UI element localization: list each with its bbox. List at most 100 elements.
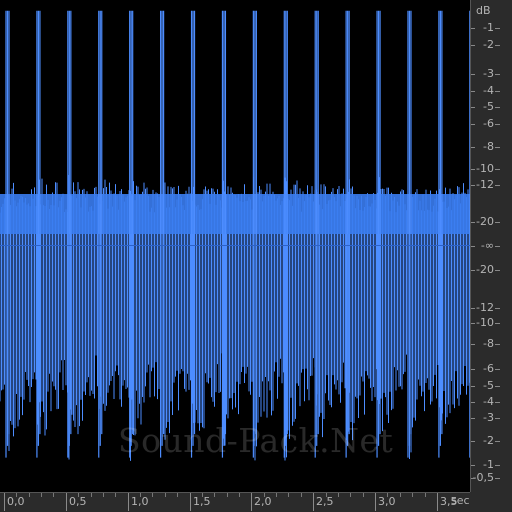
db-scale-label: -1: [483, 458, 494, 471]
db-scale-label: -8: [483, 337, 494, 350]
time-scale-minor-tick: [29, 493, 30, 497]
db-scale-tick: [495, 308, 500, 309]
ruler-corner: [470, 492, 512, 512]
db-scale-tick: [495, 222, 500, 223]
db-scale-tick: [471, 169, 475, 170]
time-scale-minor-tick: [78, 493, 79, 497]
db-scale-tick: [495, 402, 500, 403]
time-scale-tick: [4, 493, 5, 511]
db-scale-label: -12: [476, 178, 494, 191]
time-scale-label: 2,0: [254, 495, 272, 508]
db-scale-ruler: -1 -2 -3 -4 -5 -6 -8 -10 -12 -20 -∞ -20 -12 -10 -8 -6 -5…: [470, 0, 512, 492]
db-scale-tick: [495, 91, 500, 92]
db-scale-label: -3: [483, 67, 494, 80]
time-scale-minor-tick: [140, 493, 141, 497]
time-scale-minor-tick: [214, 493, 215, 497]
time-scale-label: 0,0: [7, 495, 25, 508]
db-scale-label: -4: [483, 84, 494, 97]
db-scale-tick: [471, 185, 475, 186]
time-scale-tick: [66, 493, 67, 511]
time-scale-minor-tick: [177, 493, 178, 497]
time-scale-tick: [128, 493, 129, 511]
time-scale-label: 1,0: [131, 495, 149, 508]
time-scale-tick: [313, 493, 314, 511]
db-scale-tick: [495, 74, 500, 75]
db-scale-label: -10: [476, 162, 494, 175]
time-scale-minor-tick: [326, 493, 327, 497]
db-scale-tick: [471, 441, 475, 442]
db-scale-label: -8: [483, 140, 494, 153]
db-scale-tick: [471, 45, 475, 46]
db-scale-tick: [495, 441, 500, 442]
db-scale-label: -3: [483, 411, 494, 424]
db-scale-tick: [471, 418, 475, 419]
db-scale-tick: [471, 478, 475, 479]
time-scale-tick: [251, 493, 252, 511]
time-scale-minor-tick: [387, 493, 388, 497]
db-scale-tick: [495, 369, 500, 370]
zero-line: [0, 245, 470, 246]
db-scale-label: -2: [483, 434, 494, 447]
db-scale-tick: [495, 185, 500, 186]
db-scale-tick: [471, 91, 475, 92]
db-scale-tick: [471, 402, 475, 403]
db-scale-label: -∞: [480, 239, 494, 252]
time-scale-minor-tick: [425, 493, 426, 497]
db-scale-label: -0,5: [472, 471, 494, 484]
time-scale-minor-tick: [363, 493, 364, 497]
db-scale-tick: [471, 74, 475, 75]
time-scale-minor-tick: [276, 493, 277, 497]
time-scale-minor-tick: [264, 493, 265, 497]
db-scale-tick: [495, 124, 500, 125]
time-scale-minor-tick: [350, 493, 351, 497]
db-scale-tick: [471, 124, 475, 125]
db-unit-label: dB: [476, 4, 491, 17]
db-scale-label: -6: [483, 117, 494, 130]
db-scale-tick: [471, 246, 475, 247]
time-scale-label: 3,0: [378, 495, 396, 508]
db-scale-tick: [471, 147, 475, 148]
db-scale-tick: [495, 478, 500, 479]
db-scale-tick: [495, 45, 500, 46]
db-scale-label: -5: [483, 100, 494, 113]
db-scale-label: -2: [483, 38, 494, 51]
db-scale-label: -20: [476, 215, 494, 228]
time-scale-tick: [375, 493, 376, 511]
db-scale-label: -6: [483, 362, 494, 375]
waveform-display[interactable]: Sound-Pack.Net: [0, 0, 470, 492]
time-scale-minor-tick: [91, 493, 92, 497]
db-scale-tick: [471, 386, 475, 387]
time-scale-minor-tick: [16, 493, 17, 497]
time-scale-minor-tick: [115, 493, 116, 497]
time-scale-minor-tick: [165, 493, 166, 497]
db-scale-tick: [495, 323, 500, 324]
time-scale-minor-tick: [400, 493, 401, 497]
time-scale-ruler[interactable]: 0,0 0,5 1,0 1,5 2,0 2,5 3,0 3,5: [0, 492, 470, 512]
db-scale-label: -10: [476, 316, 494, 329]
db-scale-label: -20: [476, 263, 494, 276]
time-scale-minor-tick: [202, 493, 203, 497]
db-scale-tick: [495, 465, 500, 466]
db-scale-label: -12: [476, 301, 494, 314]
db-scale-tick: [495, 418, 500, 419]
db-scale-tick: [495, 28, 500, 29]
time-unit-label: sec: [451, 494, 470, 507]
db-scale-tick: [495, 270, 500, 271]
watermark-text: Sound-Pack.Net: [118, 421, 394, 460]
db-scale-tick: [495, 107, 500, 108]
time-scale-minor-tick: [338, 493, 339, 497]
db-scale-label: -4: [483, 395, 494, 408]
db-scale-tick: [495, 386, 500, 387]
db-scale-tick: [471, 465, 475, 466]
time-scale-minor-tick: [227, 493, 228, 497]
db-scale-tick: [471, 308, 475, 309]
audio-editor-waveform-view: Sound-Pack.Net -1 -2 -3 -4 -5 -6 -8 -10 -12 -20 -∞…: [0, 0, 512, 512]
time-scale-tick: [190, 493, 191, 511]
time-scale-minor-tick: [288, 493, 289, 497]
time-scale-label: 1,5: [193, 495, 211, 508]
db-scale-tick: [495, 344, 500, 345]
time-scale-minor-tick: [301, 493, 302, 497]
db-scale-tick: [495, 246, 500, 247]
db-scale-label: -5: [483, 379, 494, 392]
db-scale-tick: [471, 270, 475, 271]
